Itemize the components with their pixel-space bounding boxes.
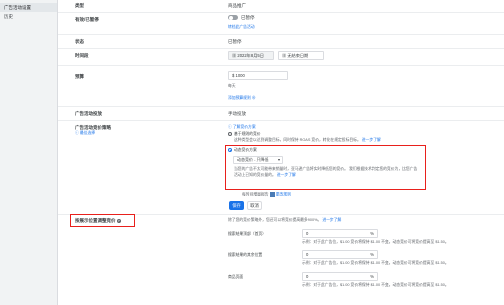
onoff-value: 已暂停 (241, 15, 255, 20)
type-label: 类型 (75, 3, 84, 8)
placement-hint: 示例：对于此广告位，$1.00 竞价将保持 $1.00 不变。动态竞价可将竞价提… (302, 283, 449, 287)
budget-input[interactable]: $ 1000 (228, 71, 288, 80)
learn-bidding-link[interactable]: ⓘ 了解竞价方案 (228, 125, 256, 130)
placement-product-input[interactable]: 0 % (302, 272, 378, 281)
placement-row-name: 搜索结果的其余位置 (228, 253, 263, 257)
start-date-field[interactable]: ▦ 2022年8月5日 (228, 51, 274, 60)
rule-based-desc: 这种类型会以达到调整目标，同时保持 ROAS 竞价，转化在规定投标目标。 进一步… (234, 138, 464, 143)
timerange-label: 时间段 (75, 53, 89, 58)
placement-learn-link[interactable]: 进一步了解 (322, 218, 341, 222)
onoff-label: 有效/已暂停 (75, 17, 99, 22)
budget-period: 每天 (228, 84, 236, 88)
targeting-label: 广告活动投放 (75, 111, 102, 116)
targeting-value: 手动投放 (228, 111, 246, 116)
divider (58, 65, 504, 66)
placement-value: 0 (306, 274, 309, 279)
select-value: 动态竞价 - 只降低 (237, 157, 269, 162)
budget-label: 预算 (75, 74, 84, 79)
placement-rest-input[interactable]: 0 % (302, 250, 378, 259)
placement-label-text: 按展示位置调整竞价 (75, 218, 116, 223)
divider (58, 48, 504, 49)
percent-unit: % (370, 231, 374, 236)
placement-desc: 除了您的竞价策略外，您还可以将竞价提高最多900%。 进一步了解 (228, 218, 341, 223)
save-button[interactable]: 保存 (229, 201, 244, 210)
report-icon (269, 192, 275, 197)
rule-based-option[interactable]: 基于规则的竞价 (228, 132, 261, 137)
sidebar-item-campaign-settings[interactable]: 广告活动设置 (0, 3, 57, 12)
rule-based-learn-link[interactable]: 进一步了解 (362, 138, 381, 142)
divider (58, 120, 504, 121)
dynamic-option[interactable]: 动态竞价方案 (228, 148, 257, 153)
sidebar-item-history[interactable]: 历史 (0, 12, 57, 21)
divider (58, 12, 504, 13)
dynamic-title: 动态竞价方案 (234, 148, 257, 152)
placement-desc-text: 除了您的竞价策略外，您还可以将竞价提高最多900%。 (228, 218, 322, 222)
bidding-help-link[interactable]: ⓘ 最佳选择 (75, 131, 95, 136)
status-label: 状态 (75, 39, 84, 44)
placement-value: 0 (306, 252, 309, 257)
incremental-text: 每时间增量报告 (242, 192, 269, 197)
rule-based-desc-text: 这种类型会以达到调整目标，同时保持 ROAS 竞价，转化在规定投标目标。 (234, 138, 361, 142)
sidebar: 广告活动设置 历史 (0, 0, 58, 305)
percent-unit: % (370, 252, 374, 257)
placement-hint: 示例：对于此广告位，$1.00 竞价将保持 $1.00 不变。动态竞价可将竞价提… (302, 261, 449, 265)
placement-hint: 示例：对于此广告位，$1.00 竞价将保持 $1.00 不变。动态竞价可将竞价提… (302, 240, 449, 244)
chevron-down-icon: ▾ (277, 157, 280, 162)
onoff-control: 已暂停 (228, 15, 255, 21)
help-icon[interactable]: ? (116, 218, 121, 223)
change-rule-link[interactable]: 更改规则 (276, 193, 291, 197)
add-budget-rule-link[interactable]: 添加预算规则 ⊕ (228, 96, 256, 101)
dynamic-desc: 当您的广告不太可能带来销量时，亚马逊广告将实时降低您的竞价。 我们根据技术判定您… (234, 167, 419, 178)
dynamic-desc-text: 当您的广告不太可能带来销量时，亚马逊广告将实时降低您的竞价。 我们根据技术判定您… (234, 167, 418, 177)
status-toggle[interactable] (228, 15, 238, 21)
type-value: 商品推广 (228, 3, 246, 8)
radio-dynamic[interactable] (228, 148, 232, 152)
placement-value: 0 (306, 231, 309, 236)
placement-row-name: 搜索结果顶部（首页） (228, 232, 266, 236)
cancel-button[interactable]: 取消 (247, 201, 262, 210)
placement-label: 按展示位置调整竞价 ? (75, 218, 121, 224)
status-value: 已暂停 (228, 39, 242, 44)
percent-unit: % (370, 274, 374, 279)
dynamic-bidding-select[interactable]: 动态竞价 - 只降低 ▾ (233, 156, 283, 164)
incremental-report-row: 每时间增量报告 更改规则 (242, 192, 291, 198)
transfer-campaign-link[interactable]: 转档此广告活动 (228, 25, 255, 30)
dynamic-learn-link[interactable]: 进一步了解 (277, 173, 296, 177)
placement-row-name: 商品页面 (228, 275, 244, 279)
settings-panel: 类型 商品推广 有效/已暂停 已暂停 转档此广告活动 状态 已暂停 时间段 ▦ … (58, 0, 504, 305)
placement-top-input[interactable]: 0 % (302, 229, 378, 238)
divider (58, 106, 504, 107)
radio-rule-based[interactable] (228, 132, 232, 136)
rule-based-title: 基于规则的竞价 (234, 132, 261, 136)
start-date-value: 2022年8月5日 (237, 53, 264, 58)
end-date-field[interactable]: ▦ 无结束日期 (278, 51, 324, 60)
divider (58, 34, 504, 35)
end-date-value: 无结束日期 (287, 53, 309, 58)
